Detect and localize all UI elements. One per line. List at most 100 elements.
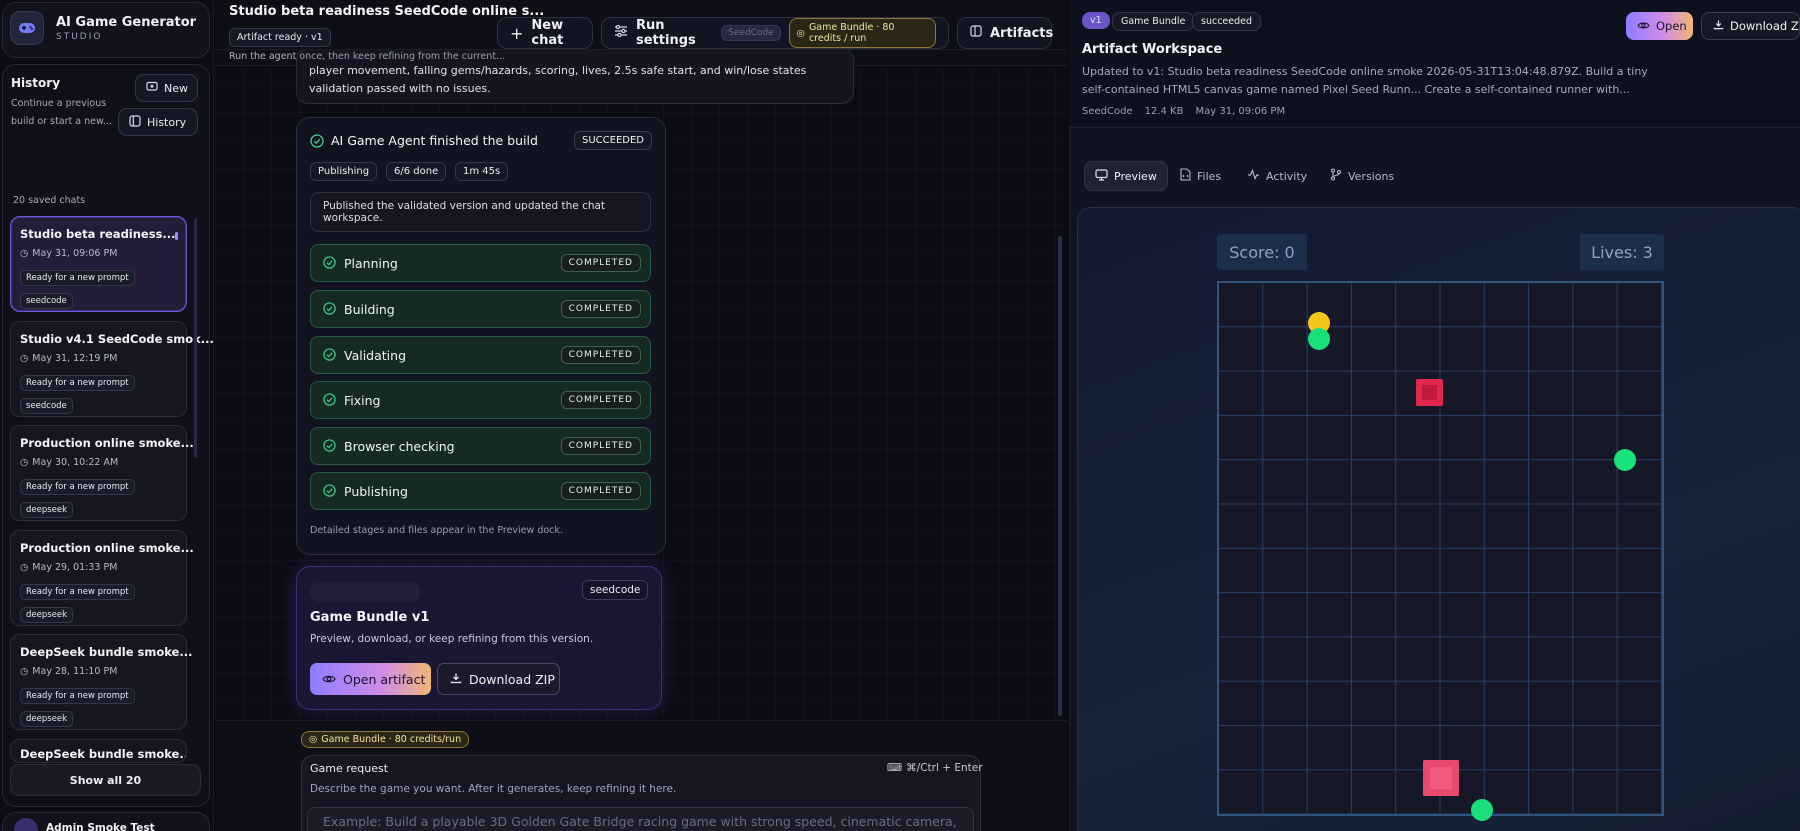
chat-item-title: DeepSeek bundle smoke... [20,645,193,659]
green-gem [1614,449,1636,471]
chat-history-item[interactable]: DeepSeek bundle smoke... [10,739,187,763]
artifact-ready-badge-overlay: Artifact ready · v1 [229,28,331,47]
panel-icon [129,114,141,130]
chat-item-time-text: May 31, 09:06 PM [32,248,118,259]
stage-status: COMPLETED [560,482,641,500]
coin-icon: ◎ [796,27,805,39]
tab-activity-label: Activity [1266,169,1308,183]
stage-name: Planning [344,255,398,271]
workspace-description: Updated to v1: Studio beta readiness See… [1082,65,1648,96]
history-button-label: History [147,115,187,129]
chat-history-item[interactable]: Production online smoke... ◷ May 30, 10:2… [10,425,194,521]
clock-icon: ◷ [20,248,29,259]
chat-history-item[interactable]: DeepSeek bundle smoke... ◷ May 28, 11:10 … [10,634,192,730]
check-circle-icon [323,254,336,273]
agent-message-text: player movement, falling gems/hazards, s… [309,64,807,95]
stage-planning: Planning COMPLETED [310,244,651,282]
chat-history-item[interactable]: Studio v4.1 SeedCode smok... ◷ May 31, 12… [10,321,214,417]
open-artifact-label: Open artifact [343,671,426,687]
keyboard-icon: ⌨ [887,762,903,774]
stage-name: Building [344,301,395,317]
clock-icon: ◷ [20,457,29,468]
download-icon [1713,19,1724,33]
new-message-icon [146,81,158,96]
stage-status: COMPLETED [560,254,641,272]
open-button[interactable]: Open [1626,12,1693,40]
stage-status: COMPLETED [560,300,641,318]
clock-icon: ◷ [20,666,29,677]
game-request-input[interactable] [307,807,974,831]
git-branch-icon [1330,168,1342,184]
chat-item-title: Production online smoke... [20,541,194,555]
chat-history-item[interactable]: Production online smoke... ◷ May 29, 01:3… [10,530,194,626]
artifact-meta: SeedCode 12.4 KB May 31, 09:06 PM [1082,106,1285,117]
artifacts-button-overlay[interactable]: Artifacts [957,17,1053,49]
chat-item-model: seedcode [20,293,73,309]
green-gem [1471,799,1493,821]
coin-icon: ◎ [309,734,318,745]
brand-title: AI Game Generator [56,15,197,30]
stage-publishing: Publishing COMPLETED [310,472,651,510]
artifact-type-chip: Game Bundle [1112,12,1195,31]
clock-icon: ◷ [20,562,29,573]
chat-item-title: Studio v4.1 SeedCode smok... [20,332,214,346]
monitor-icon [1095,168,1108,184]
chat-title-overlay: Studio beta readiness SeedCode online s.… [229,4,545,19]
game-canvas[interactable] [1217,281,1664,816]
green-gem [1308,328,1330,350]
build-footnote: Detailed stages and files appear in the … [310,525,563,536]
build-status-badge: SUCCEEDED [574,131,652,150]
download-zip-button[interactable]: Download ZIP [437,663,560,695]
history-scrollbar[interactable] [194,218,197,458]
open-button-label: Open [1656,19,1687,33]
artifact-download-label: Download ZIP [1730,19,1799,33]
chat-item-status: Ready for a new prompt [20,584,135,600]
stage-name: Browser checking [344,438,455,454]
eye-icon [1637,19,1650,33]
chat-scrollbar[interactable] [1058,236,1062,716]
panel-right-icon [970,25,982,41]
new-chat-sidebar-button[interactable]: New [135,74,198,102]
sliders-icon [614,24,628,41]
build-phase-chip: Publishing [310,162,378,181]
download-icon [450,672,462,687]
activity-icon [1247,168,1260,183]
chat-item-status: Ready for a new prompt [20,375,135,391]
show-all-chats-button[interactable]: Show all 20 [10,764,201,796]
chat-hint-overlay: Run the agent once, then keep refining f… [229,51,506,62]
chat-item-time-text: May 30, 10:22 AM [32,457,119,468]
stage-building: Building COMPLETED [310,290,651,328]
stage-name: Publishing [344,483,408,499]
model-chip: SeedCode [721,25,781,41]
chat-item-time: ◷ May 31, 09:06 PM [20,248,117,259]
check-circle-icon [323,346,336,365]
gamepad-logo-icon [10,11,44,45]
history-description: Continue a previous build or start a new… [11,98,112,127]
tab-preview[interactable]: Preview [1084,161,1168,191]
build-summary: Published the validated version and upda… [310,192,651,232]
artifact-download-zip-button[interactable]: Download ZIP [1701,12,1800,40]
new-chat-label: New chat [531,18,564,48]
chat-history-item[interactable]: Studio beta readiness... ◷ May 31, 09:06 … [10,216,187,312]
eye-icon [322,672,336,687]
history-title: History [11,76,61,90]
tab-files[interactable]: Files [1170,161,1231,191]
submit-shortcut: ⌨ ⌘/Ctrl + Enter [887,762,983,774]
stage-name: Validating [344,347,407,363]
history-button[interactable]: History [118,108,198,136]
check-circle-icon [323,300,336,319]
new-chat-button-overlay[interactable]: + New chat [497,17,593,49]
run-settings-button-overlay[interactable]: Run settings SeedCode ◎ Game Bundle · 80 … [601,17,949,49]
chat-item-status: Ready for a new prompt [20,479,135,495]
tab-activity[interactable]: Activity [1237,161,1317,191]
build-progress-chip: 6/6 done [386,162,447,181]
check-circle-icon [310,133,324,152]
tab-versions-label: Versions [1348,169,1395,183]
tab-versions[interactable]: Versions [1320,161,1404,191]
credits-chip: ◎Game Bundle · 80 credits / run [788,18,936,48]
open-artifact-button[interactable]: Open artifact [310,663,431,695]
saved-chats-count: 20 saved chats [13,195,86,206]
stage-status: COMPLETED [560,391,641,409]
composer-label: Game request [310,762,389,775]
artifact-status-chip: succeeded [1192,12,1262,31]
